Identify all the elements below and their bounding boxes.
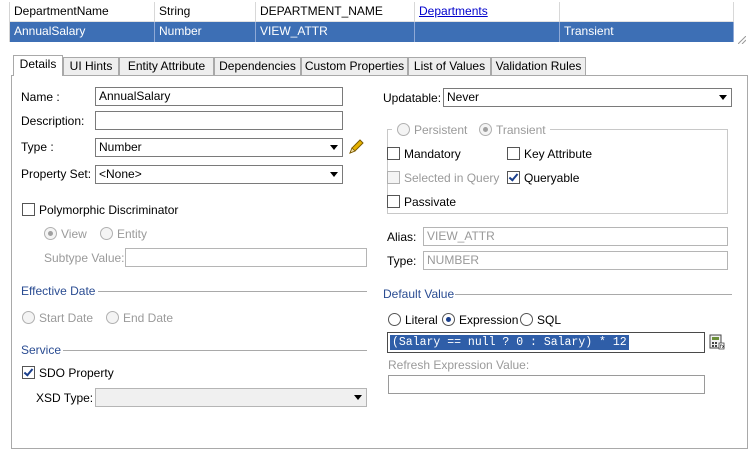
- grid-cell-entity: Departments: [415, 2, 560, 22]
- persistent-radio[interactable]: [397, 123, 410, 136]
- sql-radio[interactable]: [520, 313, 533, 326]
- literal-radio[interactable]: [388, 313, 401, 326]
- db-type-label: Type:: [387, 254, 417, 268]
- selected-in-query-checkbox[interactable]: [387, 171, 400, 184]
- tab-details[interactable]: Details: [13, 55, 63, 76]
- grid-cell-kind: Transient: [560, 22, 734, 42]
- grid-cell-type: Number: [155, 22, 256, 42]
- attributes-grid: DepartmentName String DEPARTMENT_NAME De…: [9, 2, 734, 42]
- end-date-label: End Date: [123, 311, 174, 325]
- start-date-radio[interactable]: [22, 311, 35, 324]
- tab-list-of-values[interactable]: List of Values: [408, 57, 491, 75]
- key-attribute-label: Key Attribute: [524, 147, 593, 161]
- default-value-header: Default Value: [383, 287, 455, 301]
- polymorphic-checkbox[interactable]: [22, 203, 35, 216]
- tab-dependencies[interactable]: Dependencies: [214, 57, 301, 75]
- tab-entity-attribute[interactable]: Entity Attribute: [119, 57, 214, 75]
- sdo-property-checkbox[interactable]: [22, 366, 35, 379]
- grid-cell-column: VIEW_ATTR: [256, 22, 415, 42]
- polymorphic-label: Polymorphic Discriminator: [39, 203, 179, 217]
- effective-date-header: Effective Date: [21, 284, 96, 298]
- grid-cell-kind: [560, 2, 734, 22]
- mandatory-checkbox[interactable]: [387, 147, 400, 160]
- grid-row-annualsalary[interactable]: AnnualSalary Number VIEW_ATTR Transient: [10, 22, 734, 42]
- divider: [455, 294, 732, 295]
- entity-radio[interactable]: [100, 227, 113, 240]
- type-label: Type :: [21, 140, 54, 154]
- selected-in-query-label: Selected in Query: [404, 171, 500, 185]
- entity-label: Entity: [117, 227, 148, 241]
- transient-radio[interactable]: [479, 123, 492, 136]
- grid-cell-entity: [415, 22, 560, 42]
- sdo-property-label: SDO Property: [39, 366, 114, 380]
- description-input[interactable]: [95, 111, 343, 130]
- passivate-checkbox[interactable]: [387, 195, 400, 208]
- view-radio[interactable]: [44, 227, 57, 240]
- chevron-down-icon: [330, 172, 338, 177]
- expression-editor-icon[interactable]: fx: [709, 334, 725, 350]
- end-date-radio[interactable]: [106, 311, 119, 324]
- tab-validation-rules[interactable]: Validation Rules: [491, 57, 586, 75]
- sql-label: SQL: [537, 313, 562, 327]
- expression-label: Expression: [459, 313, 519, 327]
- literal-label: Literal: [405, 313, 438, 327]
- grid-cell-name: AnnualSalary: [10, 22, 155, 42]
- queryable-label: Queryable: [524, 171, 580, 185]
- key-attribute-checkbox[interactable]: [507, 147, 520, 160]
- view-label: View: [61, 227, 87, 241]
- refresh-expression-input[interactable]: [388, 375, 705, 394]
- departments-link[interactable]: Departments: [419, 4, 488, 18]
- grid-cell-type: String: [155, 2, 256, 22]
- xsd-type-select[interactable]: [95, 388, 367, 407]
- tab-custom-properties[interactable]: Custom Properties: [301, 57, 408, 75]
- persistent-label: Persistent: [414, 123, 468, 137]
- expression-radio[interactable]: [442, 313, 455, 326]
- grid-cell-name: DepartmentName: [10, 2, 155, 22]
- alias-input[interactable]: VIEW_ATTR: [423, 227, 728, 246]
- property-set-select[interactable]: <None>: [95, 165, 343, 184]
- subtype-value-label: Subtype Value:: [44, 251, 125, 265]
- default-expression-input[interactable]: (Salary == null ? 0 : Salary) * 12: [387, 332, 705, 353]
- grid-row-departmentname[interactable]: DepartmentName String DEPARTMENT_NAME De…: [10, 2, 734, 22]
- queryable-checkbox[interactable]: [507, 171, 520, 184]
- chevron-down-icon: [354, 395, 362, 400]
- db-type-input[interactable]: NUMBER: [423, 251, 728, 270]
- svg-text:fx: fx: [720, 344, 725, 350]
- refresh-expression-label: Refresh Expression Value:: [388, 358, 530, 372]
- resize-grip-icon[interactable]: [738, 36, 746, 44]
- transient-label: Transient: [496, 123, 546, 137]
- expression-text: (Salary == null ? 0 : Salary) * 12: [390, 335, 629, 350]
- tab-ui-hints[interactable]: UI Hints: [63, 57, 119, 75]
- divider: [98, 291, 367, 292]
- description-label: Description:: [21, 114, 85, 128]
- updatable-select[interactable]: Never: [443, 88, 732, 107]
- property-set-value: <None>: [99, 167, 142, 181]
- updatable-label: Updatable:: [383, 91, 442, 105]
- passivate-label: Passivate: [404, 195, 457, 209]
- grid-cell-column: DEPARTMENT_NAME: [256, 2, 415, 22]
- mandatory-label: Mandatory: [404, 147, 461, 161]
- alias-label: Alias:: [387, 230, 417, 244]
- name-input[interactable]: AnnualSalary: [95, 87, 343, 106]
- start-date-label: Start Date: [39, 311, 94, 325]
- subtype-value-input[interactable]: [125, 248, 367, 267]
- updatable-value: Never: [447, 90, 480, 104]
- type-select[interactable]: Number: [95, 138, 343, 157]
- xsd-type-label: XSD Type:: [36, 391, 94, 405]
- divider: [63, 350, 367, 351]
- name-label: Name :: [21, 90, 60, 104]
- type-select-value: Number: [99, 140, 142, 154]
- edit-pencil-icon[interactable]: [347, 138, 365, 156]
- chevron-down-icon: [719, 95, 727, 100]
- property-set-label: Property Set:: [21, 167, 92, 181]
- service-header: Service: [21, 343, 62, 357]
- chevron-down-icon: [330, 145, 338, 150]
